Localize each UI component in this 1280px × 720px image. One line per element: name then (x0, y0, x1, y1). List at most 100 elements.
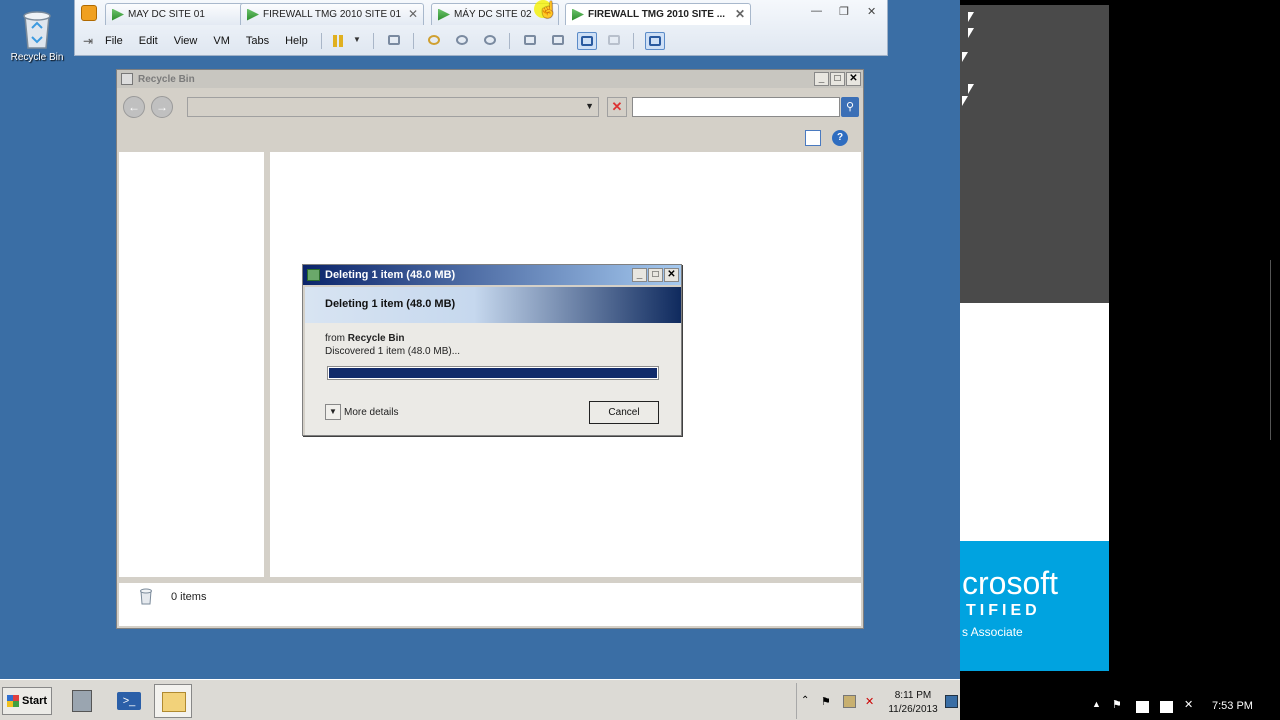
promo-line-3: s Associate (962, 625, 1023, 639)
preview-pane-icon[interactable] (805, 130, 821, 146)
maximize-button[interactable]: □ (830, 72, 845, 86)
guest-clock[interactable]: 8:11 PM 11/26/2013 (883, 689, 943, 717)
vm-running-icon (247, 8, 259, 21)
cursor-icon (962, 52, 968, 62)
search-icon[interactable]: ⚲ (841, 97, 859, 117)
minimize-icon[interactable]: — (811, 5, 822, 17)
show-library-icon[interactable] (521, 32, 541, 50)
forward-button[interactable]: → (151, 96, 173, 118)
app-tray-icon[interactable] (1160, 701, 1173, 713)
menu-file[interactable]: File (105, 35, 123, 47)
start-label: Start (22, 695, 48, 707)
vm-tab-strip: MAY DC SITE 01 ✕ FIREWALL TMG 2010 SITE … (75, 0, 887, 28)
show-desktop-icon[interactable] (945, 695, 958, 708)
minimize-button[interactable]: _ (632, 268, 647, 282)
back-button[interactable]: ← (123, 96, 145, 118)
help-icon[interactable]: ? (832, 130, 848, 146)
volume-muted-icon[interactable]: ✕ (865, 695, 878, 708)
hand-cursor-icon: ☝ (538, 2, 558, 19)
search-input[interactable] (632, 97, 840, 117)
tab-label: FIREWALL TMG 2010 SITE 01 (263, 9, 402, 20)
more-details-toggle[interactable]: ▼ More details (325, 404, 398, 420)
tab-label: MAY DC SITE 01 (128, 9, 205, 20)
window-title: Recycle Bin (138, 73, 195, 85)
server-manager-icon[interactable] (64, 684, 102, 718)
close-icon[interactable]: ✕ (735, 7, 745, 21)
delete-progress-dialog: Deleting 1 item (48.0 MB) _ □ ✕ Deleting… (302, 264, 682, 436)
vmware-logo-icon[interactable] (81, 5, 97, 21)
vmware-toolbar: MAY DC SITE 01 ✕ FIREWALL TMG 2010 SITE … (74, 0, 888, 56)
network-icon[interactable] (1136, 701, 1149, 713)
navigation-bar: ← → ▼ ✕ ⚲ (117, 92, 863, 122)
maximize-button[interactable]: □ (648, 268, 663, 282)
recycle-bin-icon (139, 587, 153, 605)
desktop-icon-label: Recycle Bin (10, 52, 64, 63)
address-bar[interactable]: ▼ (187, 97, 599, 117)
console-view-icon[interactable] (645, 32, 665, 50)
chevron-down-icon[interactable]: ▼ (585, 101, 594, 111)
stop-icon[interactable]: ✕ (607, 97, 627, 117)
recycle-bin-icon (19, 6, 55, 50)
notification-area: ⌃ ⚑ ✕ 8:11 PM 11/26/2013 (796, 683, 960, 719)
close-button[interactable]: ✕ (846, 72, 861, 86)
dialog-caption-buttons: _ □ ✕ (631, 268, 679, 282)
fullscreen-icon[interactable] (577, 32, 597, 50)
action-center-flag-icon[interactable]: ⚑ (821, 695, 834, 708)
menu-vm[interactable]: VM (213, 35, 230, 47)
caption-buttons: _ □ ✕ (813, 72, 861, 86)
item-count: 0 items (171, 591, 207, 603)
menu-tabs[interactable]: Tabs (246, 35, 269, 47)
restore-icon[interactable]: ❐ (839, 5, 849, 18)
menu-view[interactable]: View (174, 35, 198, 47)
snapshot-manager-icon[interactable] (481, 32, 501, 50)
show-hidden-icons-icon[interactable]: ▲ (1092, 699, 1101, 709)
powershell-icon[interactable]: >_ (110, 684, 148, 718)
tab-label: FIREWALL TMG 2010 SITE ... (588, 9, 726, 20)
windows-explorer-icon[interactable] (154, 684, 192, 718)
toolbar-separator (633, 33, 634, 49)
revert-snapshot-icon[interactable] (453, 32, 473, 50)
show-hidden-icons-icon[interactable]: ⌃ (801, 695, 814, 708)
action-center-flag-icon[interactable]: ⚑ (1112, 698, 1125, 711)
close-window-icon[interactable]: ✕ (867, 5, 876, 18)
volume-muted-icon[interactable]: ✕ (1184, 698, 1197, 711)
menu-edit[interactable]: Edit (139, 35, 158, 47)
pause-icon[interactable] (329, 32, 349, 50)
menu-help[interactable]: Help (285, 35, 308, 47)
host-edge-strip (1270, 260, 1280, 440)
snapshot-icon[interactable] (425, 32, 445, 50)
progress-bar (327, 366, 659, 380)
host-background-panel (960, 5, 1109, 303)
source-location: Recycle Bin (347, 333, 405, 344)
host-clock[interactable]: 7:53 PM (1212, 700, 1253, 712)
discovered-status: Discovered 1 item (48.0 MB)... (325, 346, 461, 357)
dialog-titlebar[interactable]: Deleting 1 item (48.0 MB) (303, 265, 681, 285)
tab-firewall-tmg-site-01[interactable]: FIREWALL TMG 2010 SITE 01 ✕ (240, 3, 424, 25)
dropdown-arrow-icon[interactable]: ▼ (353, 35, 361, 44)
tab-firewall-tmg-site-active[interactable]: FIREWALL TMG 2010 SITE ... ✕ (565, 3, 751, 25)
thumbnail-bar-icon[interactable] (549, 32, 569, 50)
chevron-down-icon[interactable]: ▼ (325, 404, 341, 420)
unity-icon[interactable] (605, 32, 625, 50)
promo-line-2: TIFIED (966, 602, 1041, 619)
guest-date: 11/26/2013 (888, 704, 938, 715)
tab-label: MÁY DC SITE 02 (454, 9, 532, 20)
progress-fill (329, 368, 657, 378)
close-button[interactable]: ✕ (664, 268, 679, 282)
close-icon[interactable]: ✕ (408, 7, 418, 21)
window-titlebar[interactable]: Recycle Bin (117, 70, 863, 88)
navigation-pane[interactable] (119, 152, 267, 577)
desktop-icon-recycle-bin[interactable]: Recycle Bin (8, 6, 66, 63)
host-taskbar: ▲ ⚑ ✕ 7:53 PM (960, 690, 1280, 720)
file-operation-icon (307, 269, 320, 281)
grip-icon[interactable]: ⇥ (83, 34, 97, 48)
send-ctrl-alt-del-icon[interactable] (385, 32, 405, 50)
dialog-banner: Deleting 1 item (48.0 MB) (305, 287, 681, 323)
vm-running-icon (112, 8, 124, 21)
cancel-button[interactable]: Cancel (589, 401, 659, 424)
network-icon[interactable] (843, 695, 856, 708)
toolbar-separator (321, 33, 322, 49)
windows-logo-icon (7, 695, 19, 707)
minimize-button[interactable]: _ (814, 72, 829, 86)
start-button[interactable]: Start (2, 687, 52, 715)
